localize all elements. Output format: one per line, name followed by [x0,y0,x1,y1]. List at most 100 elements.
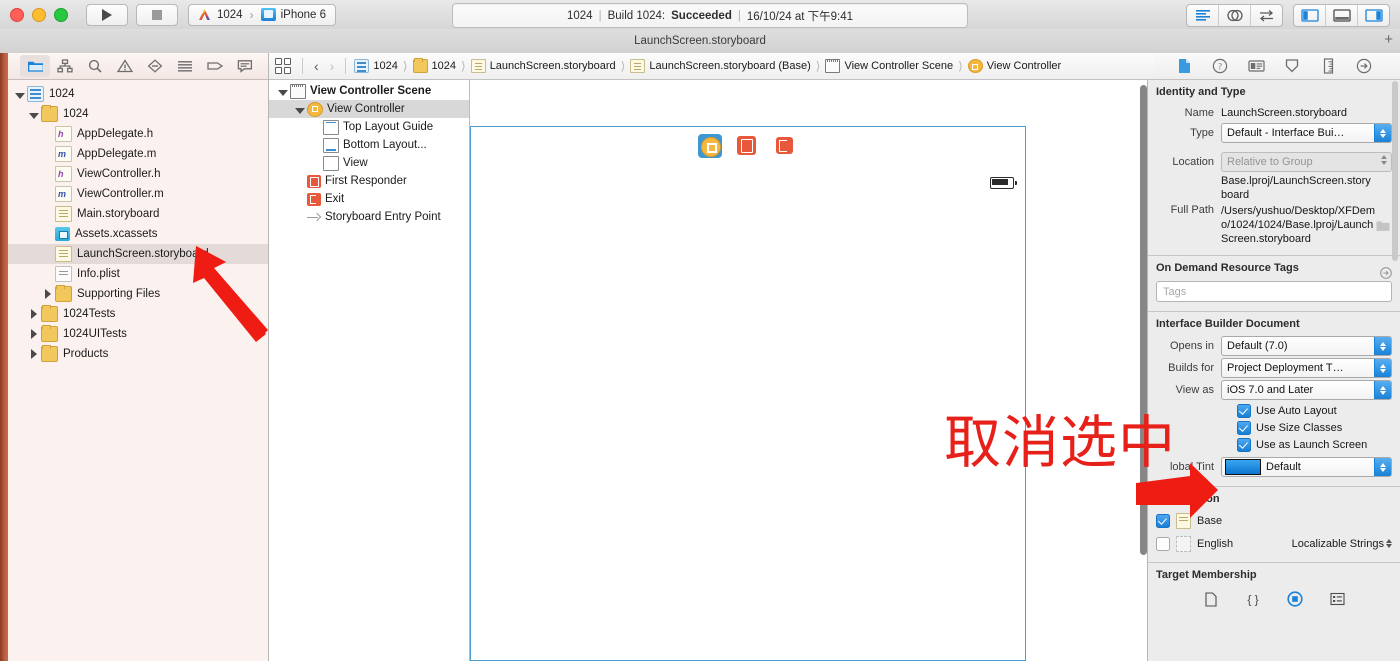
minimize-window-button[interactable] [32,7,46,22]
toggle-navigator-button[interactable] [1294,5,1326,26]
quick-help-inspector-button[interactable]: ? [1210,57,1230,75]
use-size-classes-row[interactable]: Use Size Classes [1148,419,1400,436]
add-tab-button[interactable]: + [1384,32,1393,47]
localization-row-base[interactable]: Base [1148,509,1400,532]
close-window-button[interactable] [10,7,24,22]
report-navigator-button[interactable] [230,55,260,77]
breadcrumb-group[interactable]: 1024 [412,58,457,73]
find-navigator-button[interactable] [80,55,110,77]
code-target-icon[interactable]: { } [1245,591,1261,607]
name-value[interactable]: LaunchScreen.storyboard [1221,107,1392,119]
root-view[interactable] [470,165,1026,661]
english-localization-checkbox[interactable] [1156,536,1170,551]
attributes-inspector-button[interactable] [1282,57,1302,75]
tree-row-file[interactable]: m ViewController.m [8,184,268,204]
disclosure-triangle[interactable] [42,289,53,300]
inspector-scrollbar[interactable] [1391,81,1399,659]
use-auto-layout-row[interactable]: Use Auto Layout [1148,402,1400,419]
connections-inspector-button[interactable] [1354,57,1374,75]
toggle-debug-area-button[interactable] [1326,5,1358,26]
outline-row-top-layout-guide[interactable]: Top Layout Guide [269,118,469,136]
file-target-icon[interactable] [1203,591,1219,607]
disclosure-triangle[interactable] [294,104,305,115]
tree-row-file[interactable]: h ViewController.h [8,164,268,184]
scheme-selector[interactable]: 1024 › iPhone 6 [188,3,336,26]
disclosure-triangle[interactable] [14,89,25,100]
navigate-back-button[interactable]: ‹ [310,59,323,73]
disclosure-triangle[interactable] [28,329,39,340]
tree-row-group[interactable]: 1024Tests [8,304,268,324]
tint-color-swatch[interactable] [1225,459,1261,475]
breadcrumb-storyboard-base[interactable]: LaunchScreen.storyboard (Base) [629,59,811,73]
tree-row-group[interactable]: Supporting Files [8,284,268,304]
choose-folder-icon[interactable] [1376,220,1390,232]
outline-row-first-responder[interactable]: First Responder [269,172,469,190]
breadcrumb-project[interactable]: 1024 [353,59,398,73]
interface-builder-canvas[interactable] [470,79,1148,661]
localization-row-english[interactable]: English Localizable Strings [1148,532,1400,555]
app-target-icon[interactable] [1287,591,1303,607]
file-inspector-button[interactable] [1174,57,1194,75]
tree-row-project[interactable]: 1024 [8,84,268,104]
debug-navigator-button[interactable] [170,55,200,77]
exit-dock-icon[interactable] [774,134,798,158]
tree-row-group[interactable]: Products [8,344,268,364]
tree-row-file[interactable]: Info.plist [8,264,268,284]
tree-row-group[interactable]: 1024 [8,104,268,124]
use-as-launch-screen-row[interactable]: Use as Launch Screen [1148,436,1400,453]
standard-editor-button[interactable] [1187,5,1219,26]
tree-row-file[interactable]: h AppDelegate.h [8,124,268,144]
version-editor-button[interactable] [1251,5,1282,26]
toggle-utilities-button[interactable] [1358,5,1389,26]
identity-inspector-button[interactable] [1246,57,1266,75]
issue-navigator-button[interactable] [110,55,140,77]
first-responder-dock-icon[interactable] [736,134,760,158]
tree-row-file[interactable]: m AppDelegate.m [8,144,268,164]
disclosure-triangle[interactable] [28,349,39,360]
size-inspector-button[interactable] [1318,57,1338,75]
resource-target-icon[interactable] [1329,591,1345,607]
tags-input[interactable]: Tags [1156,281,1392,302]
activity-status-bar[interactable]: 1024 | Build 1024: Succeeded | 16/10/24 … [452,3,968,28]
use-size-classes-checkbox[interactable] [1237,420,1251,435]
outline-row-exit[interactable]: Exit [269,190,469,208]
tree-row-file[interactable]: Main.storyboard [8,204,268,224]
active-tab-title[interactable]: LaunchScreen.storyboard [634,35,766,47]
project-navigator-button[interactable] [20,55,50,77]
view-controller-scene[interactable] [470,126,1026,661]
tree-row-group[interactable]: 1024UITests [8,324,268,344]
outline-row-view-controller-scene[interactable]: View Controller Scene [269,82,469,100]
related-items-icon[interactable] [275,58,291,74]
assistant-editor-button[interactable] [1219,5,1251,26]
location-popup-button[interactable]: Relative to Group [1221,152,1392,172]
stop-button[interactable] [136,3,178,26]
base-localization-checkbox[interactable] [1156,513,1170,528]
use-auto-layout-checkbox[interactable] [1237,403,1251,418]
disclosure-triangle[interactable] [28,109,39,120]
builds-for-popup-button[interactable]: Project Deployment T… [1221,358,1392,378]
run-button[interactable] [86,3,128,26]
opens-in-popup-button[interactable]: Default (7.0) [1221,336,1392,356]
use-as-launch-screen-checkbox[interactable] [1237,437,1251,452]
zoom-window-button[interactable] [54,7,68,22]
disclosure-triangle[interactable] [277,86,288,97]
outline-row-storyboard-entry-point[interactable]: Storyboard Entry Point [269,208,469,226]
view-controller-dock-icon[interactable] [698,134,722,158]
tree-row-file[interactable]: Assets.xcassets [8,224,268,244]
breadcrumb-view-controller[interactable]: View Controller [967,59,1062,73]
type-popup-button[interactable]: Default - Interface Bui… [1221,123,1392,143]
breadcrumb-scene[interactable]: View Controller Scene [824,59,954,73]
test-navigator-button[interactable] [140,55,170,77]
tree-row-launchscreen-storyboard[interactable]: LaunchScreen.storyboard [8,244,268,264]
outline-row-view-controller[interactable]: View Controller [269,100,469,118]
view-as-popup-button[interactable]: iOS 7.0 and Later [1221,380,1392,400]
breadcrumb-storyboard[interactable]: LaunchScreen.storyboard [470,59,617,73]
global-tint-popup-button[interactable]: Default [1221,457,1392,477]
disclosure-triangle[interactable] [28,309,39,320]
symbol-navigator-button[interactable] [50,55,80,77]
breakpoint-navigator-button[interactable] [200,55,230,77]
english-localization-type-popup[interactable]: Localizable Strings [1292,538,1392,550]
navigate-forward-button[interactable]: › [326,59,339,73]
outline-row-view[interactable]: View [269,154,469,172]
outline-row-bottom-layout-guide[interactable]: Bottom Layout... [269,136,469,154]
